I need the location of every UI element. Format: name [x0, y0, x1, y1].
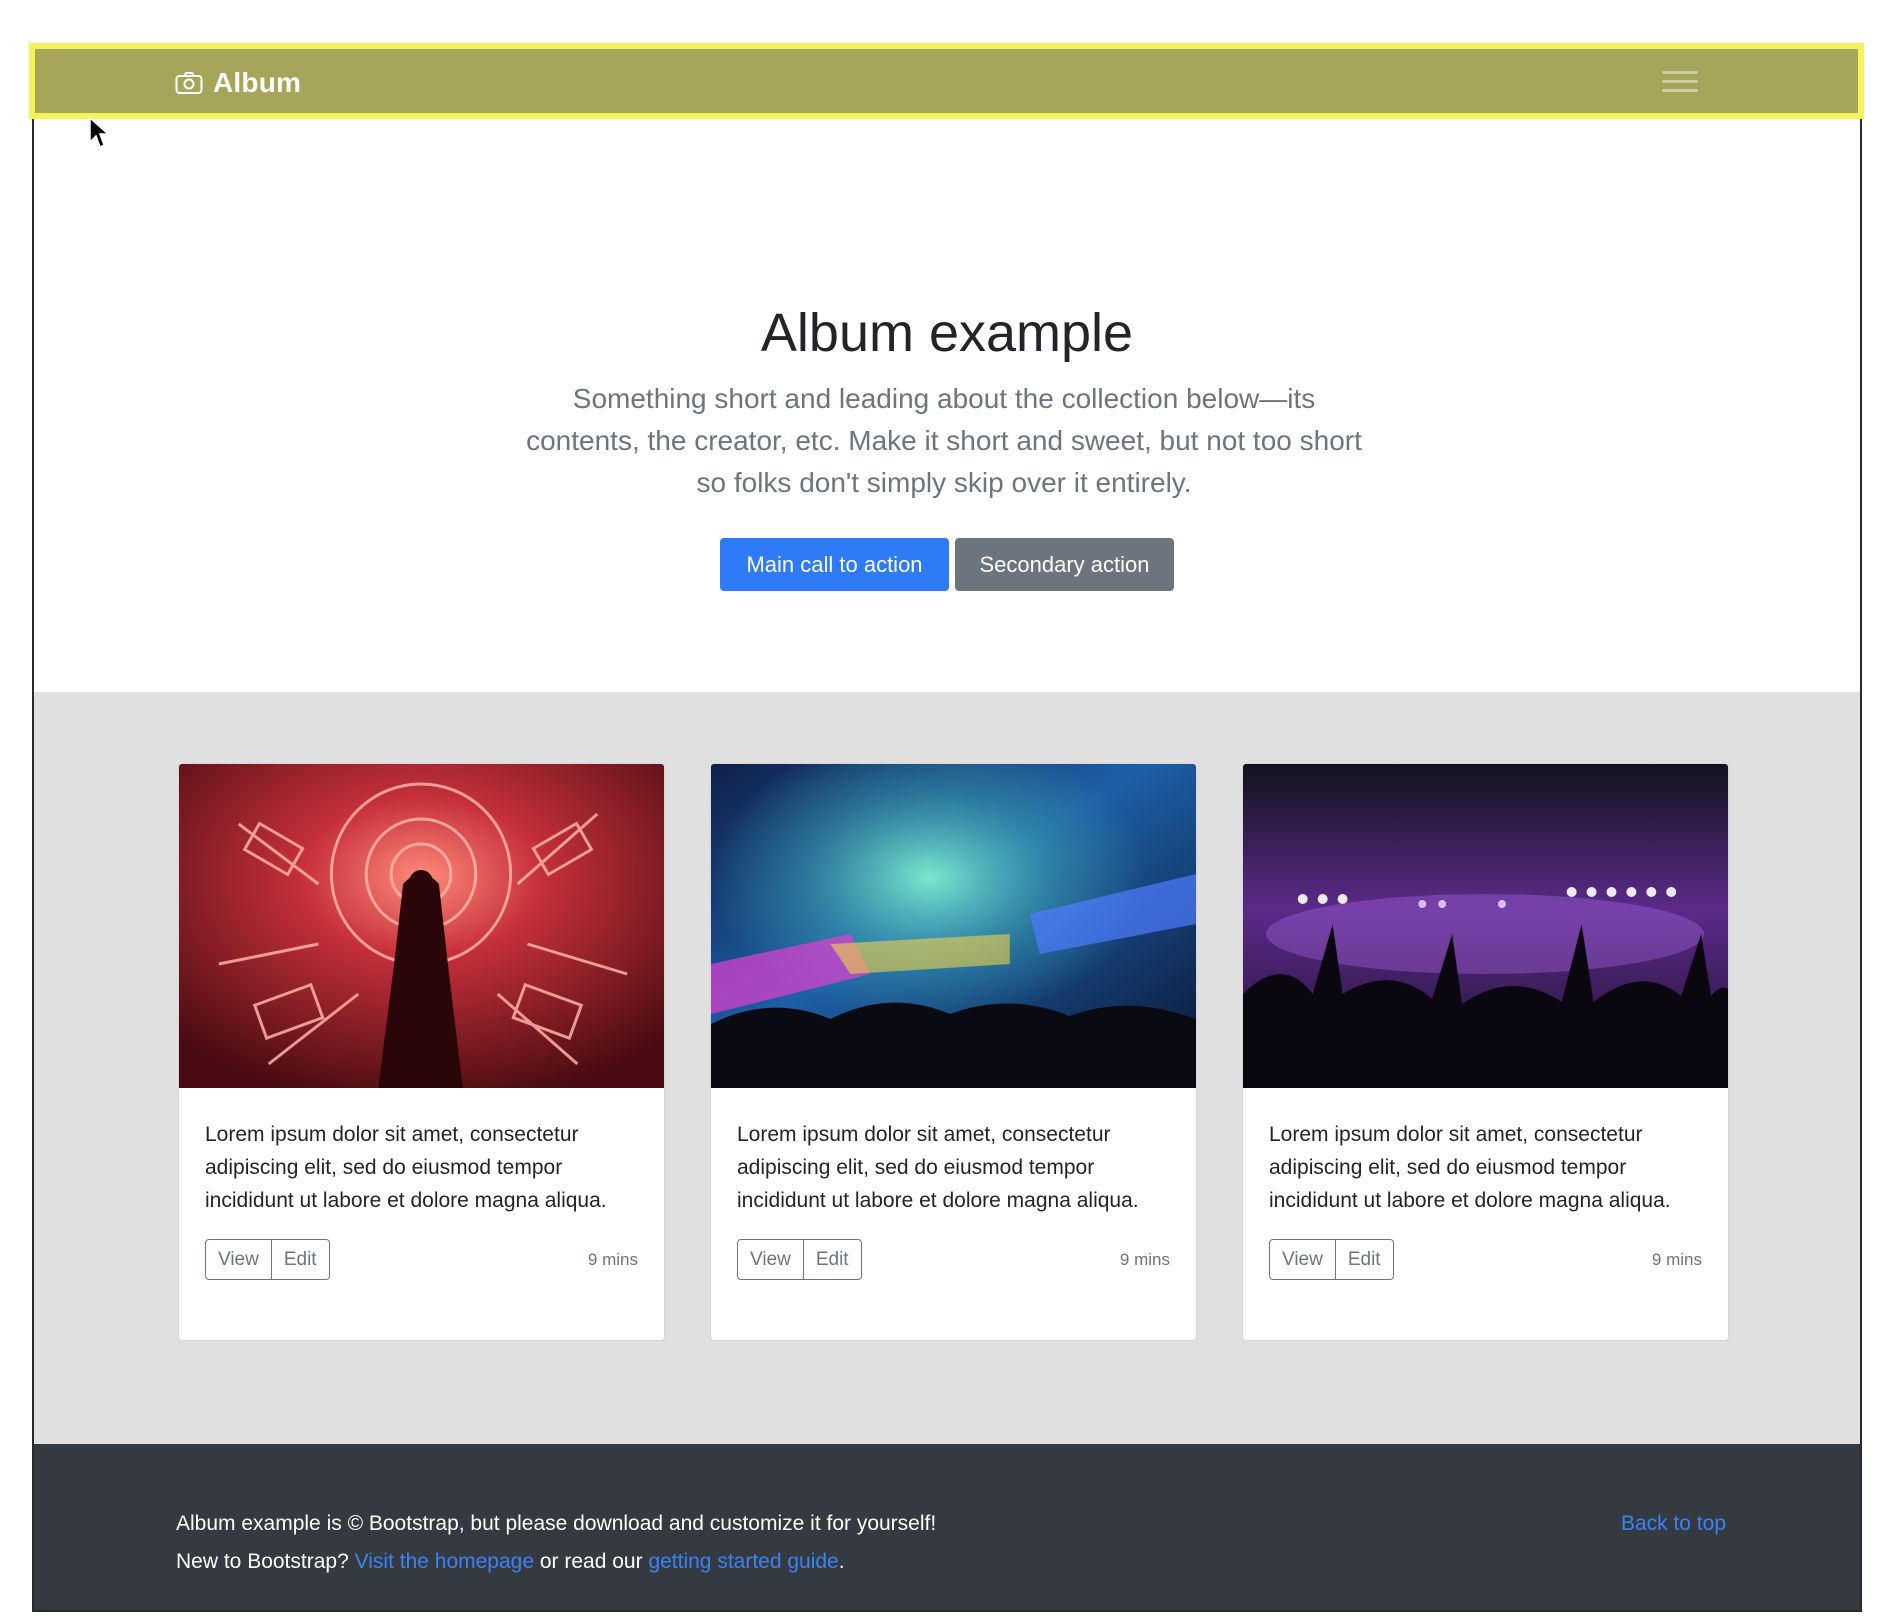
main-call-to-action-button[interactable]: Main call to action	[720, 538, 949, 591]
album-card: Lorem ipsum dolor sit amet, consectetur …	[178, 763, 665, 1341]
mouse-cursor-icon	[89, 116, 110, 149]
brand-link[interactable]: Album	[175, 67, 301, 99]
edit-button[interactable]: Edit	[1335, 1239, 1394, 1280]
browser-viewport: Album example Something short and leadin…	[32, 44, 1862, 1612]
view-button[interactable]: View	[205, 1239, 272, 1280]
view-button[interactable]: View	[1269, 1239, 1336, 1280]
camera-icon	[175, 72, 203, 94]
card-button-group: View Edit	[737, 1239, 862, 1280]
album-section: Lorem ipsum dolor sit amet, consectetur …	[34, 692, 1860, 1444]
card-duration: 9 mins	[587, 1249, 638, 1269]
card-button-group: View Edit	[1269, 1239, 1394, 1280]
hero-title: Album example	[760, 303, 1134, 363]
visit-homepage-link[interactable]: Visit the homepage	[355, 1550, 534, 1573]
hamburger-menu-icon[interactable]	[1662, 65, 1698, 97]
back-to-top-link[interactable]: Back to top	[1621, 1512, 1726, 1536]
card-text: Lorem ipsum dolor sit amet, consectetur …	[1269, 1123, 1671, 1212]
hero-buttons: Main call to action Secondary action	[34, 538, 1860, 591]
card-duration: 9 mins	[1119, 1249, 1170, 1269]
hero-section: Album example Something short and leadin…	[34, 120, 1860, 692]
brand-name: Album	[213, 67, 302, 98]
album-card: Lorem ipsum dolor sit amet, consectetur …	[1242, 763, 1729, 1341]
getting-started-link[interactable]: getting started guide	[648, 1550, 838, 1573]
album-card: Lorem ipsum dolor sit amet, consectetur …	[710, 763, 1197, 1341]
card-text: Lorem ipsum dolor sit amet, consectetur …	[737, 1123, 1139, 1212]
concert-stage-image	[1243, 764, 1728, 1088]
navbar: Album	[29, 43, 1864, 119]
edit-button[interactable]: Edit	[803, 1239, 862, 1280]
view-button[interactable]: View	[737, 1239, 804, 1280]
neon-orchestra-image	[179, 764, 664, 1088]
card-duration: 9 mins	[1651, 1249, 1702, 1269]
footer-copyright: Album example is © Bootstrap, but please…	[176, 1512, 937, 1535]
edit-button[interactable]: Edit	[271, 1239, 330, 1280]
footer-links-line: New to Bootstrap? Visit the homepage or …	[176, 1550, 845, 1574]
footer-prefix: New to Bootstrap?	[176, 1550, 349, 1573]
footer-middle: or read our	[539, 1550, 643, 1573]
page-footer: Album example is © Bootstrap, but please…	[34, 1444, 1860, 1610]
footer-suffix: .	[838, 1550, 845, 1573]
concert-lights-image	[711, 764, 1196, 1088]
card-button-group: View Edit	[205, 1239, 330, 1280]
hero-lead: Something short and leading about the co…	[526, 383, 1362, 498]
secondary-action-button[interactable]: Secondary action	[955, 538, 1174, 591]
card-text: Lorem ipsum dolor sit amet, consectetur …	[205, 1123, 607, 1212]
